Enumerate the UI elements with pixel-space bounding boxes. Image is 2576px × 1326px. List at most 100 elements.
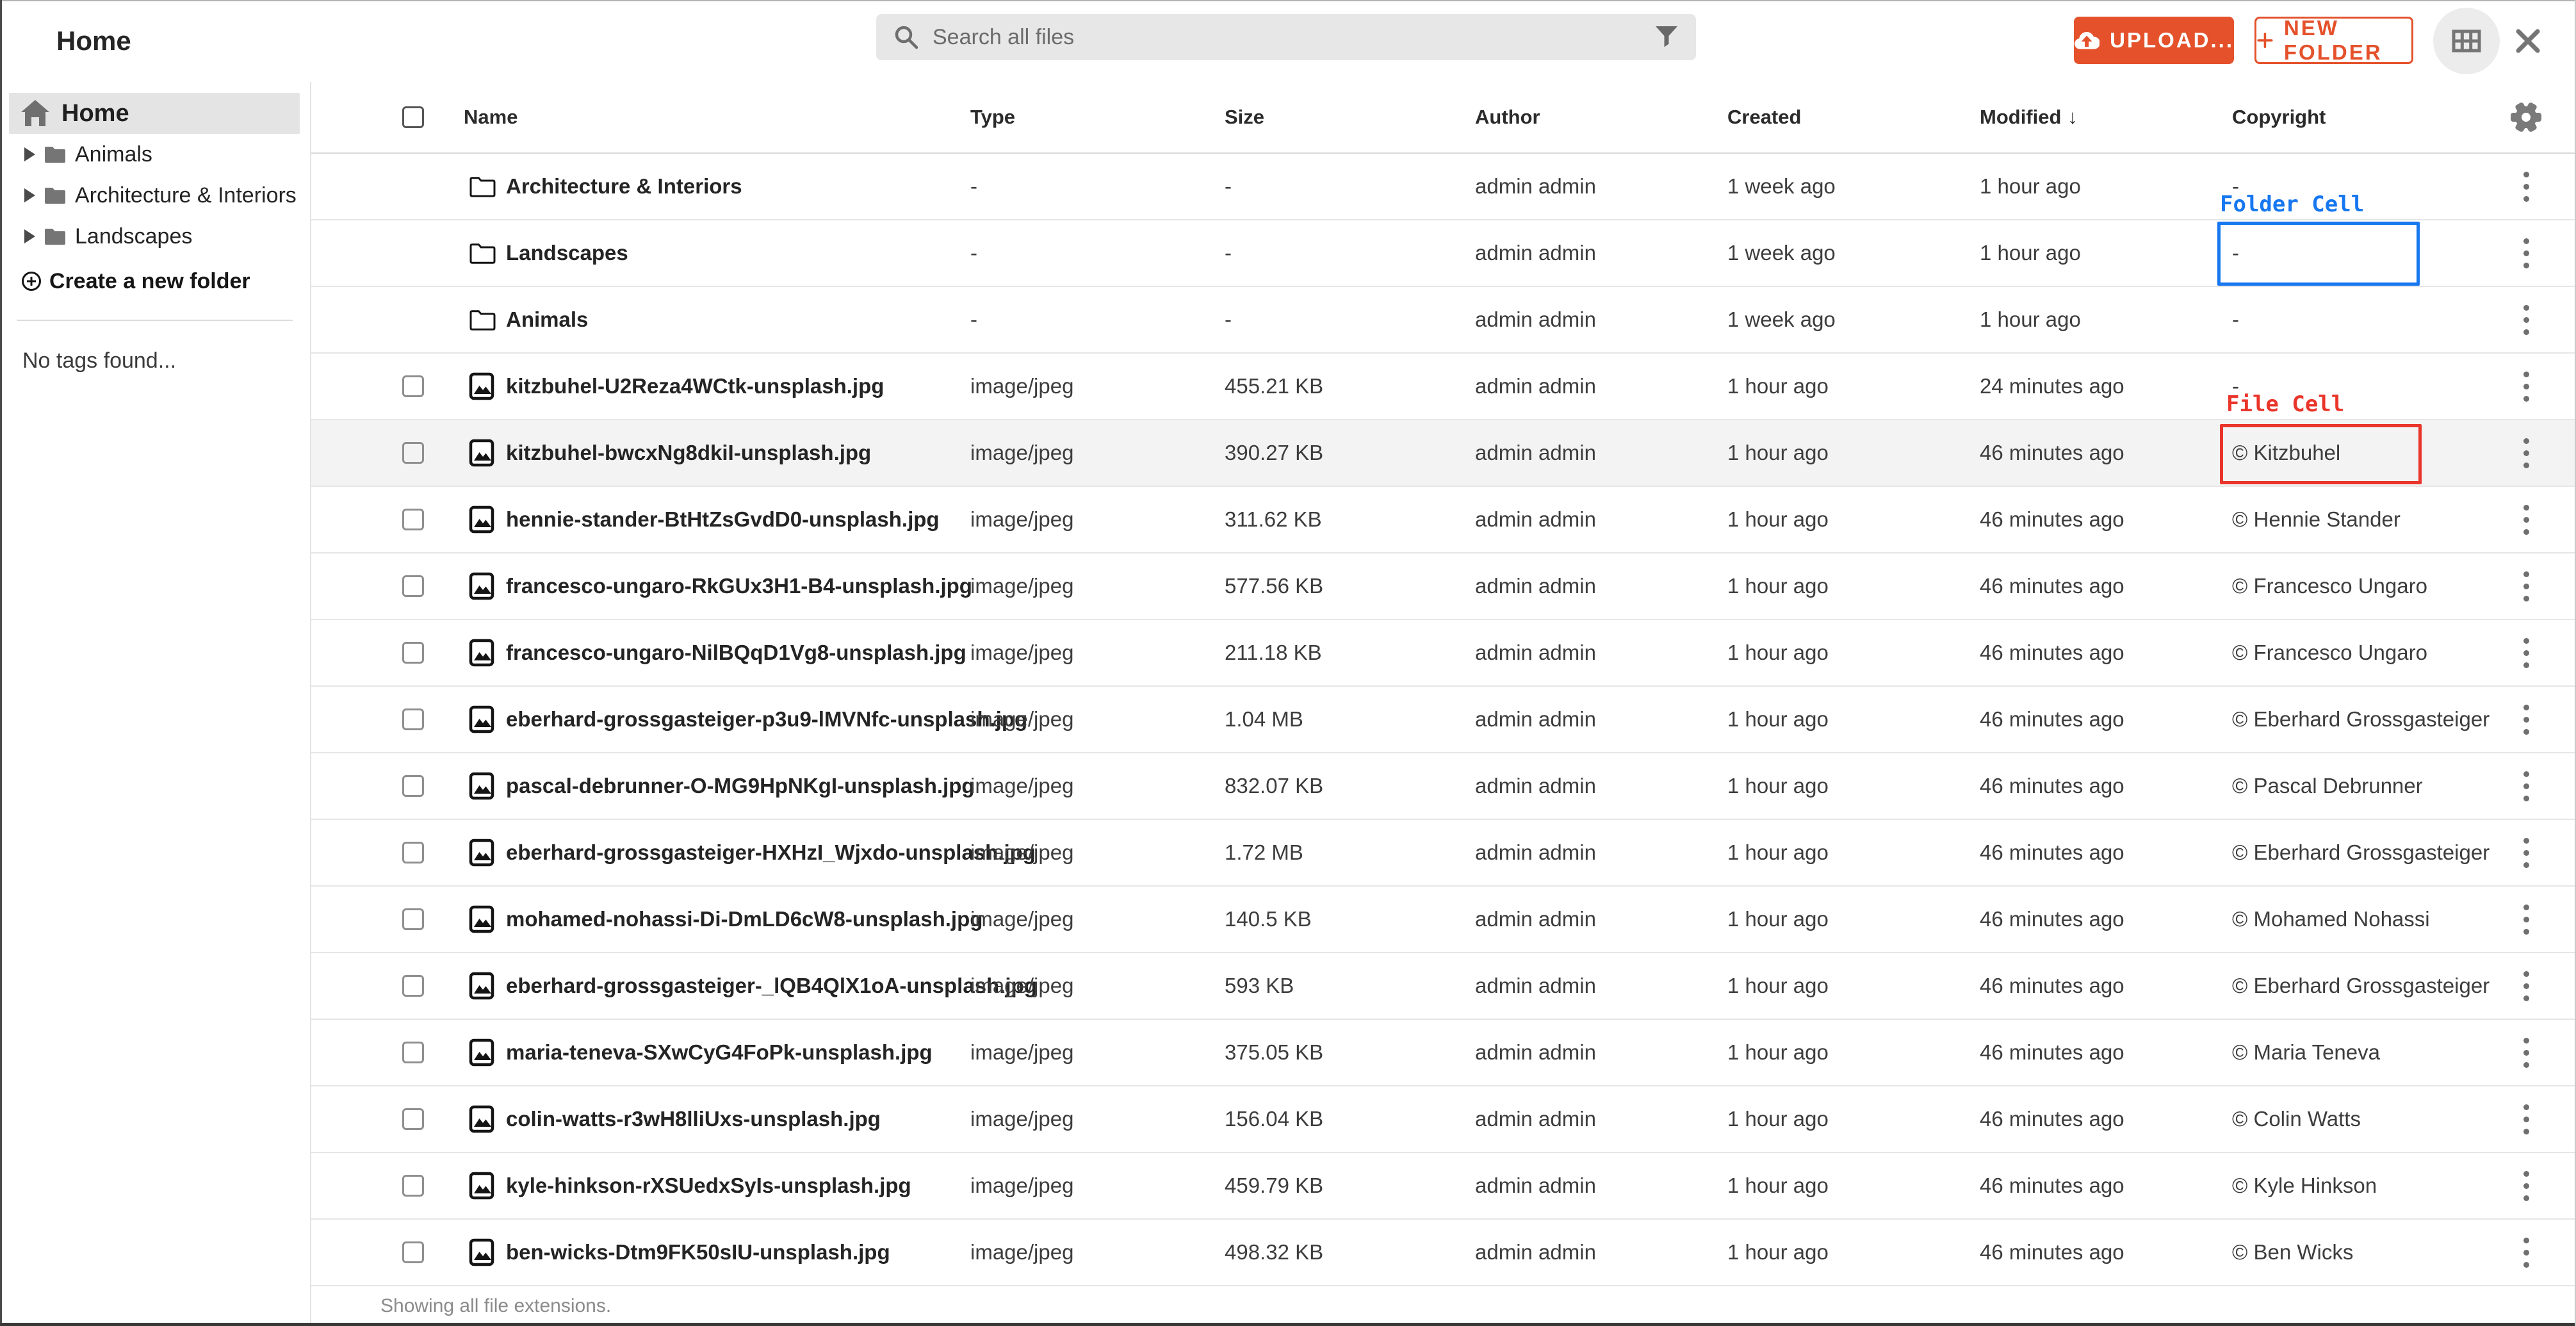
- file-name[interactable]: pascal-debrunner-O-MG9HpNKgI-unsplash.jp…: [506, 753, 975, 819]
- file-name[interactable]: kitzbuhel-bwcxNg8dkiI-unsplash.jpg: [506, 420, 871, 486]
- column-header-name[interactable]: Name: [464, 82, 518, 152]
- row-menu-kebab-icon[interactable]: [2517, 432, 2536, 475]
- row-menu-kebab-icon[interactable]: [2517, 299, 2536, 341]
- status-text: Showing all file extensions.: [380, 1295, 612, 1316]
- row-checkbox[interactable]: [402, 287, 424, 352]
- table-row[interactable]: pascal-debrunner-O-MG9HpNKgI-unsplash.jp…: [311, 753, 2576, 820]
- column-header-modified[interactable]: Modified ↓: [1980, 82, 2078, 152]
- table-row[interactable]: colin-watts-r3wH8lliUxs-unsplash.jpg ima…: [311, 1086, 2576, 1153]
- file-name[interactable]: kitzbuhel-U2Reza4WCtk-unsplash.jpg: [506, 354, 884, 419]
- row-menu-kebab-icon[interactable]: [2517, 1165, 2536, 1207]
- create-new-folder-label: Create a new folder: [49, 268, 250, 293]
- file-name[interactable]: colin-watts-r3wH8lliUxs-unsplash.jpg: [506, 1086, 881, 1152]
- row-checkbox[interactable]: [402, 220, 424, 286]
- table-row[interactable]: hennie-stander-BtHtZsGvdD0-unsplash.jpg …: [311, 487, 2576, 553]
- table-row[interactable]: francesco-ungaro-NilBQqD1Vg8-unsplash.jp…: [311, 620, 2576, 687]
- close-button[interactable]: [2511, 24, 2545, 58]
- row-menu-kebab-icon[interactable]: [2517, 965, 2536, 1008]
- file-created: 1 hour ago: [1727, 441, 1829, 464]
- file-name[interactable]: eberhard-grossgasteiger-_lQB4QlX1oA-unsp…: [506, 953, 1037, 1019]
- file-name[interactable]: hennie-stander-BtHtZsGvdD0-unsplash.jpg: [506, 487, 940, 552]
- table-settings-button[interactable]: [2511, 82, 2541, 152]
- row-menu-kebab-icon[interactable]: [2517, 1031, 2536, 1074]
- row-menu-kebab-icon[interactable]: [2517, 831, 2536, 874]
- table-row[interactable]: ben-wicks-Dtm9FK50sIU-unsplash.jpg image…: [311, 1220, 2576, 1286]
- search-input[interactable]: [920, 14, 1654, 60]
- file-name[interactable]: maria-teneva-SXwCyG4FoPk-unsplash.jpg: [506, 1020, 933, 1085]
- column-header-created[interactable]: Created: [1727, 82, 1801, 152]
- expand-caret-icon[interactable]: [24, 188, 35, 202]
- sidebar-item-home[interactable]: Home: [9, 93, 300, 134]
- sidebar-item-animals[interactable]: Animals: [0, 134, 310, 175]
- table-row[interactable]: eberhard-grossgasteiger-p3u9-lMVNfc-unsp…: [311, 687, 2576, 753]
- row-menu-kebab-icon[interactable]: [2517, 165, 2536, 208]
- file-size: 140.5 KB: [1225, 907, 1312, 931]
- row-checkbox[interactable]: [402, 420, 424, 486]
- file-name[interactable]: Landscapes: [506, 220, 628, 286]
- file-name[interactable]: mohamed-nohassi-Di-DmLD6cW8-unsplash.jpg: [506, 887, 982, 952]
- file-name[interactable]: Architecture & Interiors: [506, 154, 742, 219]
- column-header-type[interactable]: Type: [970, 82, 1015, 152]
- row-menu-kebab-icon[interactable]: [2517, 498, 2536, 541]
- file-name[interactable]: francesco-ungaro-RkGUx3H1-B4-unsplash.jp…: [506, 553, 972, 619]
- file-name[interactable]: eberhard-grossgasteiger-HXHzI_Wjxdo-unsp…: [506, 820, 1036, 885]
- folder-cell-annotation-label: Folder Cell: [2220, 192, 2365, 217]
- file-name[interactable]: Animals: [506, 287, 588, 352]
- table-row[interactable]: francesco-ungaro-RkGUx3H1-B4-unsplash.jp…: [311, 553, 2576, 620]
- row-checkbox[interactable]: [402, 1220, 424, 1285]
- row-menu-kebab-icon[interactable]: [2517, 1098, 2536, 1141]
- file-name[interactable]: kyle-hinkson-rXSUedxSyIs-unsplash.jpg: [506, 1153, 911, 1218]
- row-checkbox[interactable]: [402, 887, 424, 952]
- column-header-copyright[interactable]: Copyright: [2232, 82, 2326, 152]
- column-header-size[interactable]: Size: [1225, 82, 1264, 152]
- table-row[interactable]: mohamed-nohassi-Di-DmLD6cW8-unsplash.jpg…: [311, 887, 2576, 953]
- column-header-author[interactable]: Author: [1475, 82, 1540, 152]
- row-menu-kebab-icon[interactable]: [2517, 1231, 2536, 1274]
- file-name[interactable]: francesco-ungaro-NilBQqD1Vg8-unsplash.jp…: [506, 620, 966, 685]
- row-checkbox[interactable]: [402, 687, 424, 752]
- new-folder-button[interactable]: NEW FOLDER: [2254, 16, 2413, 64]
- expand-caret-icon[interactable]: [24, 147, 35, 161]
- row-menu-kebab-icon[interactable]: [2517, 365, 2536, 408]
- row-menu-kebab-icon[interactable]: [2517, 765, 2536, 808]
- file-created: 1 hour ago: [1727, 574, 1829, 598]
- row-checkbox[interactable]: [402, 354, 424, 419]
- search-bar[interactable]: [876, 14, 1696, 60]
- sort-desc-icon: ↓: [2067, 106, 2078, 128]
- select-all-checkbox[interactable]: [402, 82, 424, 152]
- grid-icon: [2452, 29, 2481, 53]
- table-row[interactable]: eberhard-grossgasteiger-HXHzI_Wjxdo-unsp…: [311, 820, 2576, 887]
- row-checkbox[interactable]: [402, 154, 424, 219]
- row-checkbox[interactable]: [402, 553, 424, 619]
- file-name[interactable]: eberhard-grossgasteiger-p3u9-lMVNfc-unsp…: [506, 687, 1027, 752]
- file-author: admin admin: [1475, 1107, 1596, 1131]
- grid-view-toggle-button[interactable]: [2433, 8, 2500, 74]
- row-menu-kebab-icon[interactable]: [2517, 632, 2536, 675]
- row-checkbox[interactable]: [402, 620, 424, 685]
- sidebar-item-architecture-interiors[interactable]: Architecture & Interiors: [0, 175, 310, 216]
- table-row[interactable]: kyle-hinkson-rXSUedxSyIs-unsplash.jpg im…: [311, 1153, 2576, 1220]
- row-checkbox[interactable]: [402, 953, 424, 1019]
- upload-button[interactable]: UPLOAD...: [2074, 17, 2234, 64]
- row-menu-kebab-icon[interactable]: [2517, 698, 2536, 741]
- row-checkbox[interactable]: [402, 1153, 424, 1218]
- image-file-icon: [469, 505, 494, 534]
- row-checkbox[interactable]: [402, 1086, 424, 1152]
- file-name[interactable]: ben-wicks-Dtm9FK50sIU-unsplash.jpg: [506, 1220, 890, 1285]
- file-author: admin admin: [1475, 907, 1596, 931]
- row-checkbox[interactable]: [402, 820, 424, 885]
- filter-icon[interactable]: [1654, 24, 1679, 50]
- row-checkbox[interactable]: [402, 1020, 424, 1085]
- create-new-folder-button[interactable]: Create a new folder: [0, 261, 250, 302]
- table-row[interactable]: eberhard-grossgasteiger-_lQB4QlX1oA-unsp…: [311, 953, 2576, 1020]
- row-checkbox[interactable]: [402, 753, 424, 819]
- row-checkbox[interactable]: [402, 487, 424, 552]
- table-row[interactable]: maria-teneva-SXwCyG4FoPk-unsplash.jpg im…: [311, 1020, 2576, 1086]
- file-copyright: © Eberhard Grossgasteiger: [2232, 974, 2490, 997]
- row-menu-kebab-icon[interactable]: [2517, 898, 2536, 941]
- expand-caret-icon[interactable]: [24, 229, 35, 243]
- table-row[interactable]: Animals - - admin admin 1 week ago 1 hou…: [311, 287, 2576, 354]
- sidebar-item-landscapes[interactable]: Landscapes: [0, 216, 310, 257]
- row-menu-kebab-icon[interactable]: [2517, 232, 2536, 275]
- row-menu-kebab-icon[interactable]: [2517, 565, 2536, 608]
